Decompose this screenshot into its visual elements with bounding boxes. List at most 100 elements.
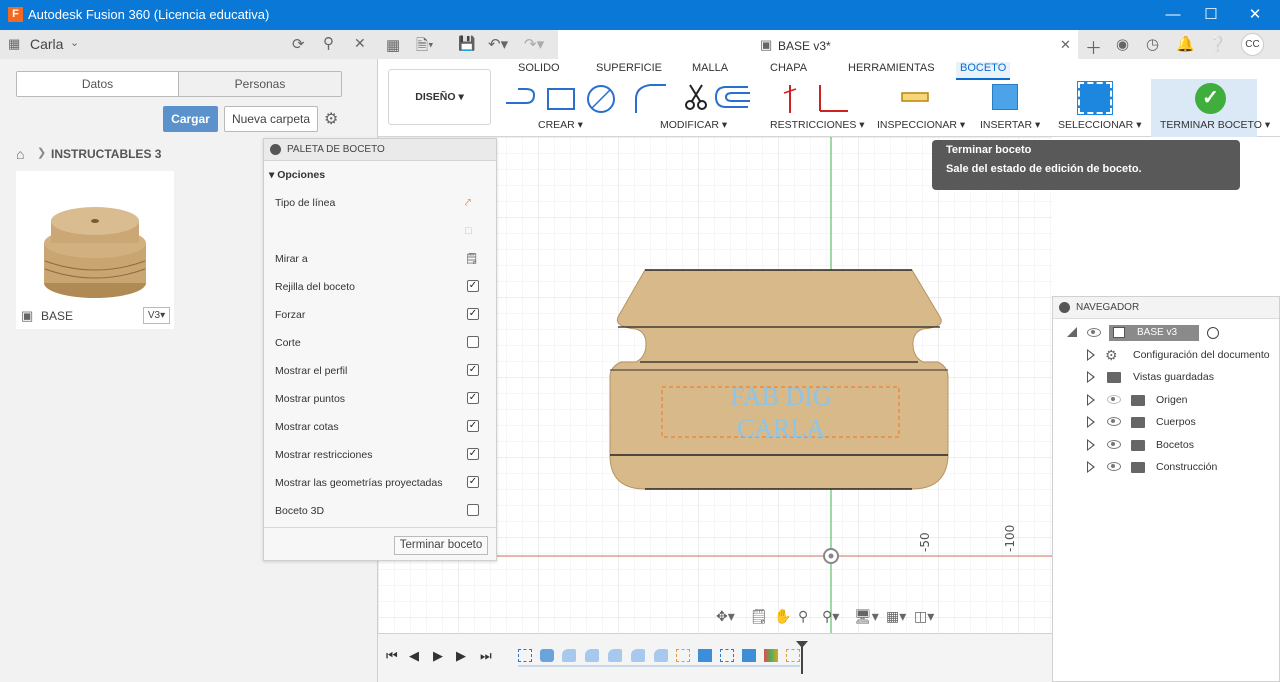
look-at-icon[interactable]: 🗒 (750, 608, 768, 625)
tab-malla[interactable]: MALLA (692, 62, 728, 74)
construction-line-icon[interactable]: ⤤ (465, 193, 471, 213)
new-tab-icon[interactable]: ＋ (1085, 34, 1102, 59)
group-insertar[interactable]: INSERTAR ▾ (980, 119, 1040, 131)
feature-extrude-icon[interactable] (742, 649, 756, 662)
breadcrumb[interactable]: INSTRUCTABLES 3 (51, 147, 161, 161)
orbit-icon[interactable]: ✥▾ (716, 608, 735, 625)
navigator-item-sketches[interactable]: Bocetos (1087, 436, 1277, 454)
sketch-palette-header[interactable]: PALETA DE BOCETO (264, 139, 496, 161)
look-at-icon[interactable]: 🗒 (465, 249, 478, 269)
new-folder-button[interactable]: Nueva carpeta (224, 106, 318, 132)
undo-icon[interactable]: ↶▾ (488, 35, 508, 53)
feature-sketch-icon[interactable] (786, 649, 800, 662)
expand-triangle-icon[interactable] (1087, 461, 1095, 473)
checkbox-snap[interactable]: ✓ (467, 308, 479, 320)
step-forward-icon[interactable]: ▶ (456, 648, 466, 664)
feature-fillet-icon[interactable] (631, 649, 645, 662)
eye-icon[interactable] (1107, 417, 1121, 426)
expand-triangle-icon[interactable] (1087, 349, 1095, 361)
workspace-switcher[interactable]: DISEÑO ▾ (388, 69, 491, 125)
step-back-icon[interactable]: ◀ (409, 648, 419, 664)
version-selector[interactable]: V3▾ (143, 307, 170, 324)
close-window-icon[interactable]: ✕ (1232, 0, 1278, 30)
tab-solido[interactable]: SOLIDO (518, 62, 560, 74)
feature-sketch-icon[interactable] (518, 649, 532, 662)
viewports-icon[interactable]: ◫▾ (914, 608, 934, 625)
centerline-icon[interactable]: □ (465, 221, 471, 241)
save-icon[interactable]: 💾 (458, 35, 475, 52)
go-to-start-icon[interactable]: ⏮ (386, 648, 398, 664)
checkbox-points[interactable]: ✓ (467, 392, 479, 404)
feature-appearance-icon[interactable] (764, 649, 778, 662)
group-modificar[interactable]: MODIFICAR ▾ (660, 119, 727, 131)
design-thumbnail[interactable]: ▣ BASE V3▾ (16, 171, 174, 329)
activate-radio-icon[interactable] (1207, 327, 1219, 339)
search-icon[interactable]: ⚲ (323, 34, 334, 52)
go-to-end-icon[interactable]: ⏭ (480, 648, 492, 664)
navigator-item-settings[interactable]: ⚙ Configuración del documento (1087, 346, 1277, 364)
pan-icon[interactable]: ✋ (774, 608, 791, 625)
job-status-icon[interactable]: ◷ (1146, 35, 1159, 53)
collapse-navigator-icon[interactable] (1059, 302, 1070, 313)
document-tab[interactable]: ▣ BASE v3* ✕ (558, 30, 1078, 60)
tab-boceto[interactable]: BOCETO (956, 62, 1011, 80)
redo-icon[interactable]: ↷▾ (524, 35, 544, 53)
team-icon[interactable]: ▦ (8, 36, 20, 52)
checkbox-slice[interactable] (467, 336, 479, 348)
timeline-marker[interactable] (801, 644, 803, 674)
feature-extrude-icon[interactable] (698, 649, 712, 662)
feature-fillet-icon[interactable] (608, 649, 622, 662)
feature-sketch-icon[interactable] (720, 649, 734, 662)
expand-triangle-icon[interactable] (1067, 327, 1077, 337)
expand-triangle-icon[interactable] (1087, 439, 1095, 451)
upload-button[interactable]: Cargar (163, 106, 218, 132)
avatar[interactable]: CC (1241, 33, 1264, 56)
close-panel-icon[interactable]: ✕ (354, 35, 366, 52)
expand-triangle-icon[interactable] (1087, 416, 1095, 428)
file-icon[interactable]: 🗎▾ (416, 35, 434, 60)
finish-sketch-check-icon[interactable]: ✓ (1195, 83, 1226, 114)
home-icon[interactable]: ⌂ (16, 146, 24, 162)
group-inspeccionar[interactable]: INSPECCIONAR ▾ (877, 119, 965, 131)
navigator-item-saved-views[interactable]: Vistas guardadas (1087, 368, 1277, 386)
checkbox-grid[interactable]: ✓ (467, 280, 479, 292)
eye-icon[interactable] (1107, 462, 1121, 471)
feature-fillet-icon[interactable] (654, 649, 668, 662)
user-selector[interactable]: Carla (30, 36, 63, 52)
feature-fillet-icon[interactable] (562, 649, 576, 662)
eye-icon[interactable] (1087, 328, 1101, 337)
display-settings-icon[interactable]: 🖥▾ (854, 608, 879, 625)
eye-icon[interactable] (1107, 440, 1121, 449)
tab-superficie[interactable]: SUPERFICIE (596, 62, 662, 74)
extensions-icon[interactable]: ◉ (1116, 35, 1129, 53)
checkbox-profile[interactable]: ✓ (467, 364, 479, 376)
group-terminar-boceto[interactable]: TERMINAR BOCETO ▾ (1160, 119, 1270, 131)
options-section[interactable]: ▾ Opciones (269, 165, 469, 185)
maximize-icon[interactable]: ☐ (1188, 0, 1234, 30)
group-restricciones[interactable]: RESTRICCIONES ▾ (770, 119, 865, 131)
grid-settings-icon[interactable]: ▦▾ (886, 608, 906, 625)
feature-fillet-icon[interactable] (585, 649, 599, 662)
chevron-down-icon[interactable]: ⌄ (70, 36, 79, 49)
checkbox-projected[interactable]: ✓ (467, 476, 479, 488)
finish-sketch-button[interactable]: Terminar boceto (394, 536, 488, 555)
navigator-item-bodies[interactable]: Cuerpos (1087, 413, 1277, 431)
navigator-header[interactable]: NAVEGADOR (1053, 297, 1279, 319)
expand-triangle-icon[interactable] (1087, 371, 1095, 383)
close-tab-icon[interactable]: ✕ (1060, 37, 1071, 53)
expand-triangle-icon[interactable] (1087, 394, 1095, 406)
eye-hidden-icon[interactable] (1107, 395, 1121, 404)
checkbox-3d-sketch[interactable] (467, 504, 479, 516)
tab-personas[interactable]: Personas (178, 71, 342, 97)
refresh-icon[interactable]: ⟳ (292, 35, 305, 53)
tab-herramientas[interactable]: HERRAMIENTAS (848, 62, 935, 74)
collapse-palette-icon[interactable] (270, 144, 281, 155)
gear-icon[interactable]: ⚙ (324, 109, 338, 129)
help-icon[interactable]: ❔ (1208, 35, 1227, 53)
zoom-window-icon[interactable]: ⚲▾ (822, 608, 839, 625)
navigator-item-origin[interactable]: Origen (1087, 391, 1277, 409)
feature-extrude-icon[interactable] (540, 649, 554, 662)
checkbox-dimensions[interactable]: ✓ (467, 420, 479, 432)
select-icon[interactable] (1077, 81, 1113, 115)
group-seleccionar[interactable]: SELECCIONAR ▾ (1058, 119, 1141, 131)
